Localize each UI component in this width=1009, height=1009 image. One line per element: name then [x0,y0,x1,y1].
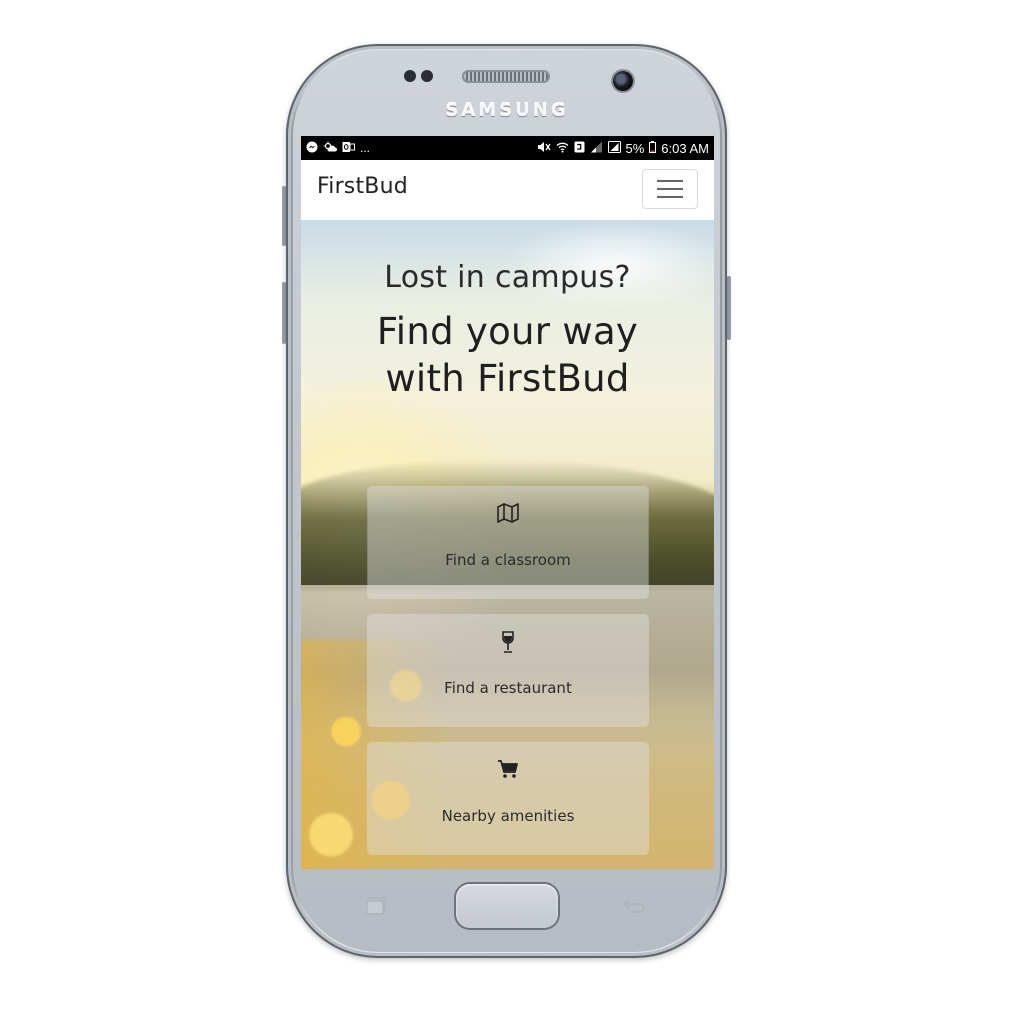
hero-question: Lost in campus? [384,260,631,295]
find-classroom-label: Find a classroom [445,551,571,569]
power-button[interactable] [727,276,731,340]
front-camera [613,71,633,91]
battery-icon [649,140,657,156]
home-button[interactable] [456,884,558,928]
top-navbar: FirstBud [301,160,714,220]
status-bar: ... 5% 6:03 AM [301,136,714,160]
back-key[interactable] [622,897,648,915]
phone-screen: ... 5% 6:03 AM FirstBud Lost in campus? … [301,136,714,869]
no-sim-signal-icon [607,140,621,156]
find-restaurant-card[interactable]: Find a restaurant [368,615,648,726]
hero-section: Lost in campus? Find your way with First… [301,220,714,869]
battery-percent: 5% [625,140,645,156]
signal-icon [590,141,603,156]
hero-tagline: Find your way with FirstBud [301,308,714,402]
proximity-sensors [404,70,433,82]
wifi-icon [556,141,569,156]
navbar-brand[interactable]: FirstBud [317,174,408,199]
recent-apps-key[interactable] [366,897,388,915]
more-notifications: ... [360,141,371,155]
messenger-icon [306,141,318,156]
earpiece-speaker [462,70,550,83]
nfc-icon [574,141,585,156]
hero-tagline-line-2: with FirstBud [385,357,630,400]
map-icon [497,503,519,523]
weather-icon [323,141,337,156]
nearby-amenities-label: Nearby amenities [441,807,575,825]
shopping-cart-icon [498,760,518,778]
nearby-amenities-card[interactable]: Nearby amenities [368,743,648,854]
hamburger-icon [657,180,683,182]
find-restaurant-label: Find a restaurant [444,679,572,697]
wine-glass-icon [502,631,514,653]
hero-tagline-line-1: Find your way [376,310,639,353]
clock: 6:03 AM [661,140,709,156]
menu-toggle-button[interactable] [642,169,698,209]
outlook-icon [342,141,355,156]
find-classroom-card[interactable]: Find a classroom [368,487,648,598]
device-brand-logo: SAMSUNG [445,100,569,121]
mute-icon [537,141,551,156]
